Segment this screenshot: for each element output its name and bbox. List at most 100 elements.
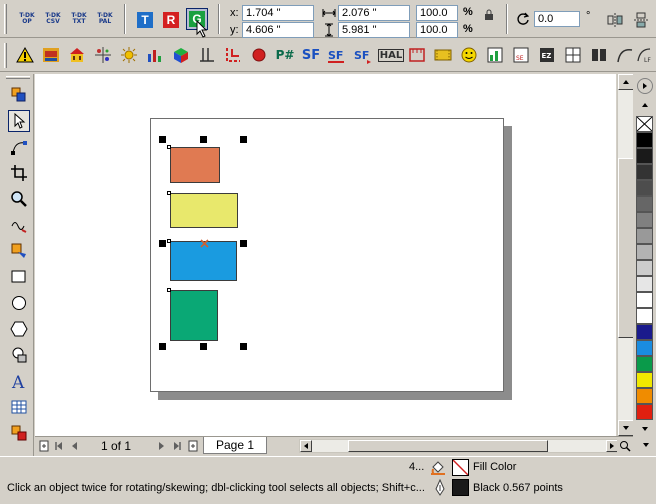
crop-tool[interactable] xyxy=(8,162,30,184)
dsp-button[interactable] xyxy=(40,44,62,66)
basic-shapes-tool[interactable] xyxy=(8,344,30,366)
selection-handle-left[interactable] xyxy=(159,240,166,247)
swatch-gray-50[interactable] xyxy=(636,212,653,228)
ruler-button[interactable] xyxy=(406,44,428,66)
selection-handle-right[interactable] xyxy=(240,240,247,247)
sf-edit-button[interactable]: SF xyxy=(326,44,348,66)
text-tool[interactable]: A xyxy=(8,370,30,392)
horizontal-scrollbar[interactable] xyxy=(299,439,619,453)
shape-tool[interactable] xyxy=(8,136,30,158)
swatch-gray-20[interactable] xyxy=(636,260,653,276)
swatch-blue[interactable] xyxy=(636,340,653,356)
panels-button[interactable] xyxy=(562,44,584,66)
ellipse-tool[interactable] xyxy=(8,292,30,314)
shape-node[interactable] xyxy=(167,191,171,195)
swatch-white[interactable] xyxy=(636,292,653,308)
insert-page-before-button[interactable] xyxy=(38,439,50,453)
lf-button[interactable]: LF xyxy=(636,44,654,66)
align-nodes-button[interactable] xyxy=(92,44,114,66)
first-page-button[interactable] xyxy=(53,439,65,453)
gauge-button[interactable] xyxy=(484,44,506,66)
swatch-yellow[interactable] xyxy=(636,372,653,388)
swatch-gray-70[interactable] xyxy=(636,180,653,196)
hal-button[interactable]: HAL xyxy=(377,44,405,66)
no-color-swatch[interactable] xyxy=(636,116,653,132)
mirror-horizontal-button[interactable] xyxy=(604,9,626,31)
swatch-gray-90[interactable] xyxy=(636,148,653,164)
insert-page-after-button[interactable] xyxy=(187,439,199,453)
interactive-tool[interactable] xyxy=(8,422,30,444)
rectangle-tool[interactable] xyxy=(8,266,30,288)
cube-button[interactable] xyxy=(170,44,192,66)
tool-flyout-arrange[interactable] xyxy=(8,84,30,106)
selection-handle-top-left[interactable] xyxy=(159,136,166,143)
mirror-vertical-button[interactable] xyxy=(630,9,652,31)
page-tab[interactable]: Page 1 xyxy=(203,437,268,454)
scroll-down-button[interactable] xyxy=(618,420,634,436)
polygon-tool[interactable] xyxy=(8,318,30,340)
rotation-angle-field[interactable]: 0.0 xyxy=(534,11,580,27)
sun-button[interactable] xyxy=(118,44,140,66)
selection-handle-top[interactable] xyxy=(200,136,207,143)
swatch-gray-80[interactable] xyxy=(636,164,653,180)
y-position-field[interactable]: 4.606 " xyxy=(242,22,314,38)
selection-handle-bottom[interactable] xyxy=(200,343,207,350)
palette-scroll-up[interactable] xyxy=(641,98,649,112)
yellow-rectangle[interactable] xyxy=(170,193,238,228)
scale-y-field[interactable]: 100.0 xyxy=(416,22,458,38)
zoom-tool[interactable] xyxy=(8,188,30,210)
swatch-red[interactable] xyxy=(636,404,653,420)
next-page-button[interactable] xyxy=(155,439,167,453)
green-rectangle[interactable] xyxy=(170,290,218,341)
building-button[interactable] xyxy=(66,44,88,66)
previous-page-button[interactable] xyxy=(69,439,81,453)
swatch-green[interactable] xyxy=(636,356,653,372)
page-number-button[interactable]: P# xyxy=(274,44,296,66)
outline-color-swatch[interactable] xyxy=(452,479,469,496)
vertical-scroll-thumb[interactable] xyxy=(618,158,634,338)
palette-expand-button[interactable] xyxy=(641,440,651,450)
curve-button[interactable] xyxy=(614,44,636,66)
selection-handle-bottom-right[interactable] xyxy=(240,343,247,350)
swatch-white-2[interactable] xyxy=(636,308,653,324)
tdk-pal-button[interactable]: T-DK PAL xyxy=(94,8,116,30)
sf-button[interactable]: SF xyxy=(300,44,322,66)
swatch-gray-40[interactable] xyxy=(636,228,653,244)
tdk-txt-button[interactable]: T-DK TXT xyxy=(68,8,90,30)
shape-node[interactable] xyxy=(167,288,171,292)
ez-button[interactable]: EZ xyxy=(536,44,558,66)
table-tool[interactable] xyxy=(8,396,30,418)
navigator-button[interactable] xyxy=(617,437,633,454)
width-field[interactable]: 2.076 " xyxy=(338,5,410,21)
scale-x-field[interactable]: 100.0 xyxy=(416,5,458,21)
x-position-field[interactable]: 1.704 " xyxy=(242,5,314,21)
pick-tool[interactable] xyxy=(8,110,30,132)
shape-node[interactable] xyxy=(167,145,171,149)
se-button[interactable]: SE xyxy=(510,44,532,66)
swatch-gray-60[interactable] xyxy=(636,196,653,212)
t-button[interactable]: T xyxy=(134,9,156,31)
tdk-csv-button[interactable]: T-DK CSV xyxy=(42,8,64,30)
swatch-navy[interactable] xyxy=(636,324,653,340)
fill-color-swatch[interactable] xyxy=(452,459,469,476)
smiley-button[interactable] xyxy=(458,44,480,66)
swatch-black[interactable] xyxy=(636,132,653,148)
selection-handle-bottom-left[interactable] xyxy=(159,343,166,350)
columns-button[interactable] xyxy=(196,44,218,66)
toolbar-grip[interactable] xyxy=(4,4,7,34)
swatch-gray-30[interactable] xyxy=(636,244,653,260)
height-field[interactable]: 5.981 " xyxy=(338,22,410,38)
warning-button[interactable] xyxy=(14,44,36,66)
scroll-left-button[interactable] xyxy=(300,440,312,452)
vertical-scrollbar[interactable] xyxy=(617,74,634,436)
r-button[interactable]: R xyxy=(160,9,182,31)
swatch-gray-10[interactable] xyxy=(636,276,653,292)
film-button[interactable] xyxy=(432,44,454,66)
record-button[interactable] xyxy=(248,44,270,66)
scroll-up-button[interactable] xyxy=(618,74,634,90)
smart-fill-tool[interactable] xyxy=(8,240,30,262)
palette-menu-button[interactable] xyxy=(637,78,653,94)
horizontal-scroll-thumb[interactable] xyxy=(348,440,548,452)
lock-ratio-icon[interactable] xyxy=(484,9,494,21)
palette-scroll-down[interactable] xyxy=(641,424,649,434)
